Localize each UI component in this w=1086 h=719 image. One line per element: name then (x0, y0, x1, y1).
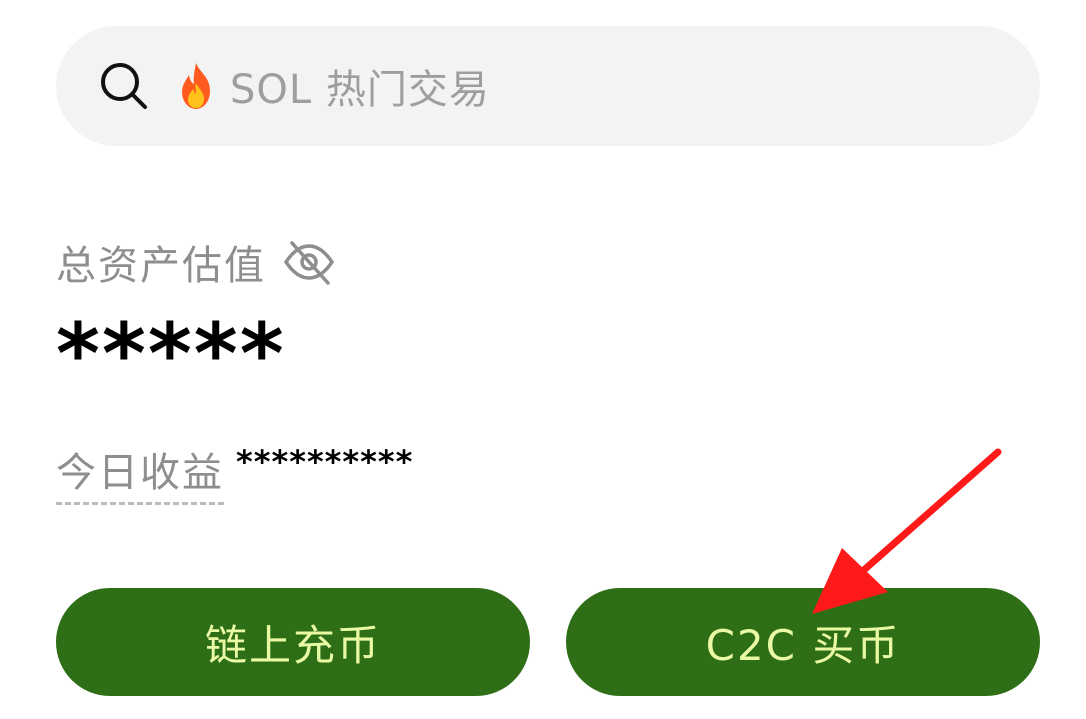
total-assets-value: ***** (56, 305, 286, 403)
onchain-deposit-button[interactable]: 链上充币 (56, 588, 530, 696)
search-bar[interactable]: SOL 热门交易 (56, 26, 1040, 146)
today-earnings-label[interactable]: 今日收益 (56, 440, 224, 505)
eye-off-icon[interactable] (282, 235, 336, 289)
total-assets-label-row: 总资产估值 (56, 234, 336, 290)
today-earnings-value: ********** (236, 443, 414, 481)
total-assets-label: 总资产估值 (56, 243, 266, 289)
search-placeholder: SOL 热门交易 (230, 67, 490, 113)
fire-icon (176, 61, 216, 111)
search-icon (98, 60, 150, 112)
today-earnings-row: 今日收益 ********** (56, 443, 414, 505)
c2c-buy-button[interactable]: C2C 买币 (566, 588, 1040, 696)
